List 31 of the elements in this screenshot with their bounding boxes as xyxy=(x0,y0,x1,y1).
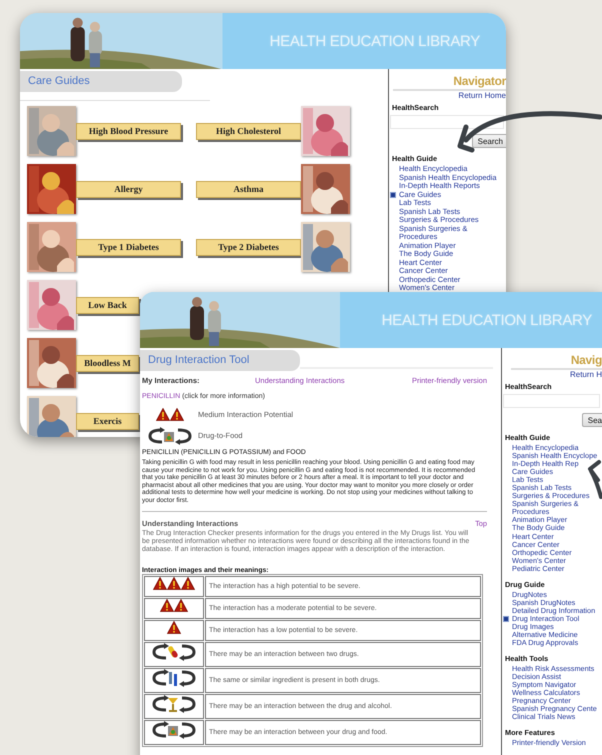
search-button[interactable]: Search xyxy=(472,134,506,148)
topic-link[interactable]: Allergy xyxy=(76,180,181,198)
warning-triangles-icon xyxy=(160,599,188,612)
return-home-link[interactable]: Return Home xyxy=(458,91,506,100)
search-field[interactable] xyxy=(503,394,600,408)
square-icon xyxy=(503,616,509,622)
food-arrows-icon xyxy=(152,720,196,739)
topic-link[interactable]: High Cholesterol xyxy=(196,122,301,140)
return-home-link[interactable]: Return H xyxy=(570,370,602,379)
topic-link[interactable]: Low Back xyxy=(76,296,139,314)
banner-title: HEALTH EDUCATION LIBRARY xyxy=(270,32,480,50)
food-arrows-icon xyxy=(148,426,192,444)
topic-link[interactable]: Asthma xyxy=(196,180,301,198)
navigator-title: Navigator xyxy=(393,74,506,91)
topic-link[interactable]: Bloodless M xyxy=(76,354,139,372)
square-icon xyxy=(390,192,396,198)
warning-triangles-icon xyxy=(153,577,195,590)
topic-link[interactable]: Type 1 Diabetes xyxy=(76,238,181,256)
topic-link[interactable]: Exercis xyxy=(76,412,139,430)
topic-link[interactable]: High Blood Pressure xyxy=(76,122,181,140)
search-button[interactable]: Sea xyxy=(582,413,602,427)
bars-arrows-icon xyxy=(152,668,196,687)
curved-arrow xyxy=(588,460,602,499)
navigator-title: Navig xyxy=(510,353,602,370)
banner-title: HEALTH EDUCATION LIBRARY xyxy=(382,312,592,328)
topic-link[interactable]: Type 2 Diabetes xyxy=(196,238,301,256)
warning-icon xyxy=(167,621,181,634)
warning-triangles-icon xyxy=(156,408,184,421)
glass-arrows-icon xyxy=(152,694,196,713)
pill-arrows-icon xyxy=(152,642,196,661)
search-field[interactable] xyxy=(390,115,504,129)
